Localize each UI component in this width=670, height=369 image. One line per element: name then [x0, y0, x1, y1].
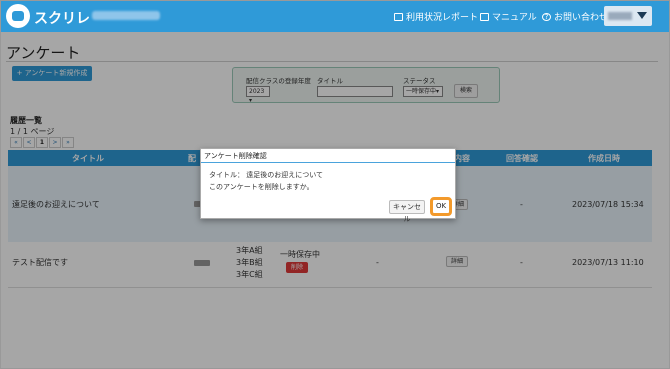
contact-link[interactable]: ? お問い合わせ — [542, 10, 608, 23]
user-menu-button[interactable] — [604, 6, 652, 26]
chevron-down-icon — [637, 12, 647, 19]
ok-button[interactable]: OK — [430, 197, 452, 216]
manual-link[interactable]: マニュアル — [480, 10, 537, 23]
book-icon — [480, 12, 489, 21]
dialog-message: このアンケートを削除しますか。 — [209, 183, 314, 191]
app-logo[interactable] — [6, 4, 30, 28]
dialog-title: アンケート削除確認 — [201, 149, 455, 163]
school-name-redacted — [92, 11, 160, 20]
user-name-redacted — [608, 12, 632, 20]
report-icon — [394, 12, 403, 21]
cancel-button[interactable]: キャンセル — [389, 200, 425, 223]
delete-confirm-dialog: アンケート削除確認 タイトル： 遠足後のお迎えについて このアンケートを削除しま… — [200, 148, 456, 223]
report-link[interactable]: 利用状況レポート — [394, 10, 478, 23]
manual-link-label: マニュアル — [492, 13, 537, 23]
dialog-survey-title: タイトル： 遠足後のお迎えについて — [209, 171, 324, 179]
question-icon: ? — [542, 12, 551, 21]
contact-link-label: お問い合わせ — [554, 13, 609, 23]
top-header: スクリレ 利用状況レポート マニュアル ? お問い合わせ — [0, 0, 670, 32]
brand-name[interactable]: スクリレ — [34, 8, 90, 28]
report-link-label: 利用状況レポート — [406, 13, 479, 23]
